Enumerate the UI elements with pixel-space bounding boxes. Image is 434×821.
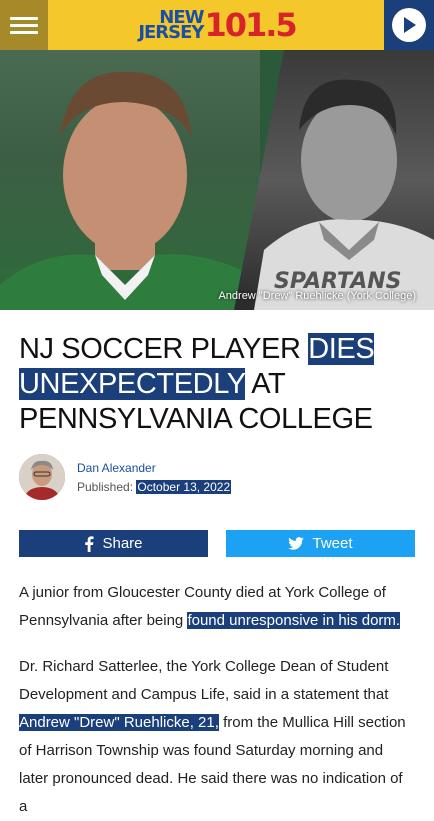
- hero-photo-right: SPARTANS: [234, 50, 434, 310]
- logo-frequency: 101.5: [204, 6, 297, 44]
- share-label: Share: [102, 535, 143, 553]
- hamburger-icon: [10, 16, 38, 20]
- play-button[interactable]: [384, 0, 434, 50]
- article: NJ SOCCER PLAYER DIES UNEXPECTEDLY AT PE…: [0, 310, 434, 821]
- hero-image: SPARTANS Andrew "Drew" Ruehlicke (York C…: [0, 50, 434, 310]
- article-headline: NJ SOCCER PLAYER DIES UNEXPECTEDLY AT PE…: [19, 333, 375, 435]
- publish-date: October 13, 2022: [136, 479, 232, 494]
- logo-jersey: JERSEY: [138, 22, 204, 43]
- play-icon: [404, 17, 416, 33]
- author-photo: [19, 454, 65, 501]
- twitter-icon: [288, 537, 305, 551]
- hero-caption: Andrew "Drew" Ruehlicke (York College): [218, 290, 416, 302]
- article-paragraph-2: Dr. Richard Satterlee, the York College …: [19, 658, 406, 816]
- author-name[interactable]: Dan Alexander: [77, 461, 231, 475]
- share-bar: Share Tweet: [19, 530, 415, 558]
- highlight-text: found unresponsive in his dorm.: [187, 612, 401, 630]
- hero-photo-left: [0, 50, 260, 310]
- publish-info: Published: October 13, 2022: [77, 479, 232, 494]
- player-portrait-color: [0, 71, 260, 310]
- menu-button[interactable]: [0, 0, 48, 50]
- tweet-label: Tweet: [312, 535, 353, 553]
- twitter-share-button[interactable]: Tweet: [226, 530, 415, 558]
- player-portrait-bw: SPARTANS: [254, 79, 434, 310]
- facebook-icon: [85, 536, 94, 552]
- article-paragraph-1: A junior from Gloucester County died at …: [19, 584, 401, 630]
- site-header: NEW JERSEY 101.5: [0, 0, 434, 50]
- avatar[interactable]: [19, 454, 65, 501]
- site-logo[interactable]: NEW JERSEY 101.5: [138, 6, 297, 44]
- highlight-text: Andrew "Drew" Ruehlicke, 21,: [19, 714, 219, 732]
- byline: Dan Alexander Published: October 13, 202…: [19, 454, 415, 501]
- facebook-share-button[interactable]: Share: [19, 530, 208, 558]
